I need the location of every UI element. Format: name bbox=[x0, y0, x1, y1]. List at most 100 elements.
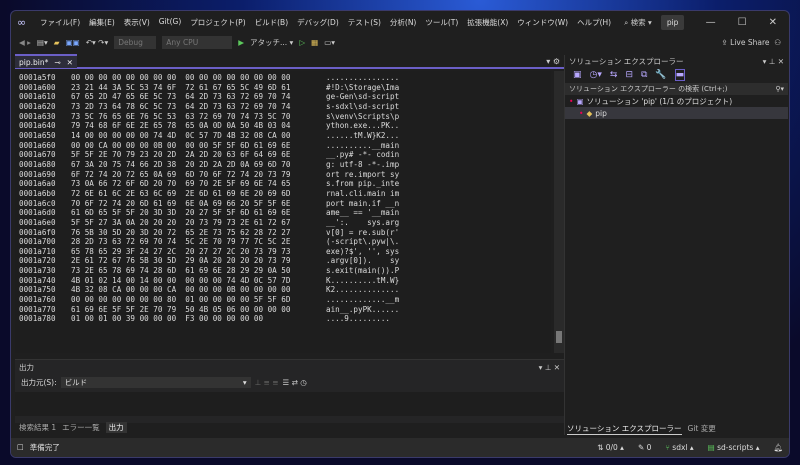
hex-row[interactable]: 0001a630 73 5C 76 65 6E 76 5C 53 63 72 69… bbox=[19, 112, 551, 122]
hex-row[interactable]: 0001a600 23 21 44 3A 5C 53 74 6F 72 61 67… bbox=[19, 83, 551, 93]
vertical-scrollbar[interactable] bbox=[554, 71, 564, 353]
new-project-icon[interactable]: ▤▾ bbox=[37, 38, 48, 47]
hex-row[interactable]: 0001a670 5F 5F 2E 70 79 23 20 2D 2A 2D 20… bbox=[19, 150, 551, 160]
hex-bytes: 4B 32 08 CA 00 00 00 CA 00 00 00 0B 00 0… bbox=[71, 285, 291, 295]
tab-pip-bin[interactable]: pip.bin* ⊸ ✕ bbox=[15, 54, 77, 68]
hex-editor[interactable]: 0001a5f0 00 00 00 00 00 00 00 00 00 00 00… bbox=[15, 71, 551, 353]
panel-controls-icon[interactable]: ▾ ⊥ ✕ bbox=[539, 363, 560, 372]
open-folder-icon[interactable]: ▰ bbox=[54, 38, 60, 47]
menu-item[interactable]: Git(G) bbox=[159, 17, 182, 28]
git-edits[interactable]: ✎ 0 bbox=[638, 443, 651, 452]
bottom-tab[interactable]: 出力 bbox=[105, 422, 127, 433]
hex-row[interactable]: 0001a6d0 61 6D 65 5F 5F 20 3D 3D 20 27 5F… bbox=[19, 208, 551, 218]
hex-row[interactable]: 0001a620 73 2D 73 64 78 6C 5C 73 64 2D 73… bbox=[19, 102, 551, 112]
collapse-icon[interactable]: ⊟ bbox=[625, 70, 633, 80]
output-text[interactable] bbox=[15, 392, 564, 416]
minimize-icon[interactable]: — bbox=[706, 17, 716, 28]
hex-row[interactable]: 0001a6e0 5F 5F 27 3A 0A 20 20 20 20 73 79… bbox=[19, 218, 551, 228]
menu-item[interactable]: 分析(N) bbox=[390, 17, 416, 28]
hex-row[interactable]: 0001a6b0 72 6E 61 6C 2E 63 6C 69 2E 6D 61… bbox=[19, 189, 551, 199]
hex-row[interactable]: 0001a6f0 76 5B 30 5D 20 3D 20 72 65 2E 73… bbox=[19, 228, 551, 238]
menu-item[interactable]: 編集(E) bbox=[89, 17, 115, 28]
copy-icon[interactable]: ⧉ bbox=[641, 70, 647, 80]
hex-row[interactable]: 0001a750 4B 32 08 CA 00 00 00 CA 00 00 00… bbox=[19, 285, 551, 295]
hex-row[interactable]: 0001a760 00 00 00 00 00 00 00 80 01 00 00… bbox=[19, 295, 551, 305]
undo-icon[interactable]: ↶▾ ↷▾ bbox=[86, 38, 108, 47]
solution-search-input[interactable]: ソリューション エクスプローラー の検索 (Ctrl+;) ⚲▾ bbox=[565, 83, 788, 95]
hex-row[interactable]: 0001a660 00 00 CA 00 00 00 0B 00 00 00 5F… bbox=[19, 141, 551, 151]
menu-item[interactable]: 表示(V) bbox=[124, 17, 150, 28]
hex-row[interactable]: 0001a710 65 78 65 29 3F 24 27 2C 20 27 27… bbox=[19, 247, 551, 257]
history-icon[interactable]: ◷▾ bbox=[590, 70, 602, 80]
back-icon[interactable]: ◀ ▸ bbox=[19, 38, 31, 47]
close-tab-icon[interactable]: ✕ bbox=[67, 58, 73, 67]
tab-options-icon[interactable]: ▾ ⚙ bbox=[546, 57, 564, 66]
config-dropdown[interactable]: Debug bbox=[114, 35, 157, 49]
output-source-dropdown[interactable]: ビルド ▾ bbox=[60, 376, 251, 388]
menu-item[interactable]: ビルド(B) bbox=[255, 17, 289, 28]
repo-label: sd-scripts ▴ bbox=[717, 443, 760, 452]
bottom-tab[interactable]: エラー一覧 bbox=[62, 422, 100, 433]
hex-row[interactable]: 0001a5f0 00 00 00 00 00 00 00 00 00 00 00… bbox=[19, 73, 551, 83]
clear-all-icon[interactable]: ☰ ⇄ ◷ bbox=[283, 378, 307, 387]
repo-button[interactable]: ▤ sd-scripts ▴ bbox=[708, 443, 760, 452]
menu-item[interactable]: テスト(S) bbox=[348, 17, 381, 28]
menu-item[interactable]: ファイル(F) bbox=[40, 17, 80, 28]
panel-controls-icon[interactable]: ▾ ⊥ ✕ bbox=[763, 57, 784, 66]
properties-icon[interactable]: 🔧 bbox=[655, 70, 666, 80]
window-icon[interactable]: ▭▾ bbox=[324, 38, 335, 47]
hex-row[interactable]: 0001a730 73 2E 65 78 69 74 28 6D 61 69 6E… bbox=[19, 266, 551, 276]
hex-bytes: 00 00 00 00 00 00 00 00 00 00 00 00 00 0… bbox=[71, 73, 291, 82]
notifications-icon[interactable]: 🔔︎ bbox=[773, 443, 783, 452]
hex-row[interactable]: 0001a640 79 74 68 6F 6E 2E 65 78 65 0A 0D… bbox=[19, 121, 551, 131]
start-icon[interactable]: ▶ bbox=[238, 38, 244, 47]
hex-offset: 0001a6e0 bbox=[19, 217, 56, 227]
platform-dropdown[interactable]: Any CPU bbox=[162, 35, 233, 49]
hex-row[interactable]: 0001a770 61 69 6E 5F 5F 2E 70 79 50 4B 05… bbox=[19, 305, 551, 315]
close-icon[interactable]: ✕ bbox=[769, 17, 777, 28]
solution-tab[interactable]: Git 変更 bbox=[688, 423, 716, 435]
hex-row[interactable]: 0001a650 14 00 00 00 00 00 74 4D 0C 57 7D… bbox=[19, 131, 551, 141]
output-icon[interactable]: ☐ bbox=[17, 443, 24, 452]
tool-icon[interactable]: ▦ bbox=[311, 38, 318, 47]
switch-views-icon[interactable]: ▣ bbox=[573, 70, 582, 80]
menu-item[interactable]: デバッグ(D) bbox=[297, 17, 339, 28]
menu-item[interactable]: ウィンドウ(W) bbox=[517, 17, 568, 28]
hex-offset: 0001a600 bbox=[19, 82, 56, 92]
git-changes[interactable]: ⇅ 0/0 ▴ bbox=[597, 443, 624, 452]
branch-button[interactable]: ⑂ sdxl ▴ bbox=[665, 443, 693, 452]
hex-row[interactable]: 0001a690 6F 72 74 20 72 65 0A 69 6D 70 6F… bbox=[19, 170, 551, 180]
hex-bytes: 23 21 44 3A 5C 53 74 6F 72 61 67 65 5C 4… bbox=[71, 82, 291, 92]
search-icon[interactable]: ⚲▾ bbox=[775, 85, 784, 93]
save-icon[interactable]: ▣▣ bbox=[66, 38, 80, 47]
menu-item[interactable]: 拡張機能(X) bbox=[467, 17, 508, 28]
menu-item[interactable]: プロジェクト(P) bbox=[190, 17, 245, 28]
hex-row[interactable]: 0001a6a0 73 0A 66 72 6F 6D 20 70 69 70 2E… bbox=[19, 179, 551, 189]
live-share-button[interactable]: ⇪ Live Share ⚇ bbox=[721, 38, 789, 47]
hex-ascii: s\venv\Scripts\p bbox=[326, 111, 400, 121]
search-button[interactable]: ⌕ 検索 ▾ bbox=[624, 17, 652, 28]
hex-row[interactable]: 0001a740 4B 01 02 14 00 14 00 00 00 00 00… bbox=[19, 276, 551, 286]
hex-row[interactable]: 0001a720 2E 61 72 67 76 5B 30 5D 29 0A 20… bbox=[19, 256, 551, 266]
maximize-icon[interactable]: ☐ bbox=[738, 17, 747, 28]
hex-row[interactable]: 0001a6c0 70 6F 72 74 20 6D 61 69 6E 0A 69… bbox=[19, 199, 551, 209]
solution-toolbar: ▣ ◷▾ ⇆ ⊟ ⧉ 🔧 ▬ bbox=[565, 67, 788, 83]
hex-row[interactable]: 0001a610 67 65 2D 47 65 6E 5C 73 64 2D 73… bbox=[19, 92, 551, 102]
menu-item[interactable]: ツール(T) bbox=[425, 17, 458, 28]
hex-row[interactable]: 0001a700 28 2D 73 63 72 69 70 74 5C 2E 70… bbox=[19, 237, 551, 247]
attach-button[interactable]: アタッチ... ▾ bbox=[250, 37, 293, 48]
repo-icon: ▤ bbox=[707, 443, 715, 452]
pin-icon[interactable]: ⊸ bbox=[54, 58, 60, 67]
preview-icon[interactable]: ▬ bbox=[674, 69, 686, 81]
hex-row[interactable]: 0001a680 67 3A 20 75 74 66 2D 38 20 2D 2A… bbox=[19, 160, 551, 170]
solution-root[interactable]: • ▣ ソリューション 'pip' (1/1 のプロジェクト) bbox=[565, 95, 788, 107]
project-item[interactable]: • ◆ pip bbox=[565, 107, 788, 119]
hex-row[interactable]: 0001a780 01 00 01 00 39 00 00 00 F3 00 00… bbox=[19, 314, 551, 324]
hex-ascii: ....9......... bbox=[326, 314, 391, 324]
output-tools-icon[interactable]: ⊥ ≡ ≡ bbox=[255, 378, 279, 387]
menu-item[interactable]: ヘルプ(H) bbox=[577, 17, 611, 28]
run-without-debug-icon[interactable]: ▷ bbox=[299, 38, 305, 47]
solution-tab[interactable]: ソリューション エクスプローラー bbox=[567, 423, 682, 435]
sync-icon[interactable]: ⇆ bbox=[610, 70, 618, 80]
bottom-tab[interactable]: 検索結果 1 bbox=[19, 422, 56, 433]
